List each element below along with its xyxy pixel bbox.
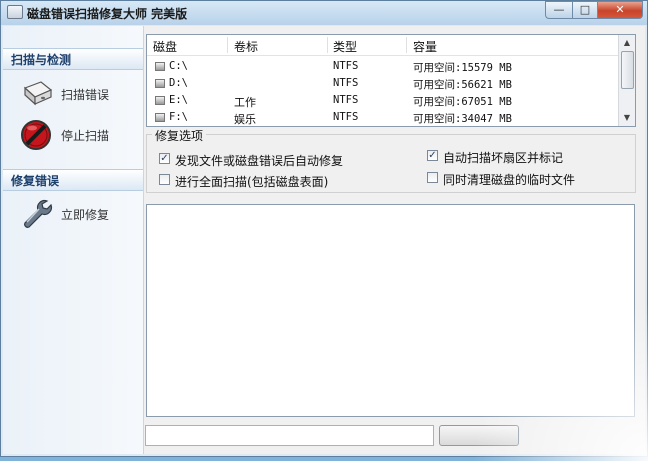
option-label: 发现文件或磁盘错误后自动修复 [175, 154, 344, 168]
option-label: 同时清理磁盘的临时文件 [443, 173, 576, 187]
sidebar: 扫描与检测 扫描错误 停止扫描 修复错误 立即修复 [3, 26, 144, 454]
drive-fs-type: NTFS [333, 94, 359, 106]
drive-icon [155, 113, 165, 122]
section-repair: 修复错误 [3, 169, 143, 191]
scan-errors-button[interactable]: 扫描错误 [19, 76, 139, 112]
repair-now-button[interactable]: 立即修复 [19, 196, 139, 232]
drive-fs-type: NTFS [333, 111, 359, 123]
checkbox[interactable]: ✓ [159, 153, 170, 164]
disk-drive-icon [23, 81, 53, 106]
checkbox[interactable] [159, 174, 170, 185]
drive-free-space: 可用空间:67051 MB [413, 96, 512, 108]
column-divider[interactable] [406, 37, 407, 53]
scroll-thumb[interactable] [621, 51, 634, 89]
scroll-down-arrow-icon[interactable]: ▼ [621, 112, 633, 124]
column-capacity[interactable]: 容量 [413, 38, 437, 55]
drive-volume-label: 工作 [234, 96, 256, 109]
repair-now-label: 立即修复 [61, 208, 110, 222]
drive-row[interactable]: E:\ 工作 NTFS 可用空间:67051 MB [147, 92, 619, 109]
drive-icon [155, 96, 165, 105]
drive-free-space: 可用空间:15579 MB [413, 62, 512, 74]
drive-fs-type: NTFS [333, 77, 359, 89]
scan-errors-label: 扫描错误 [61, 88, 110, 102]
checkbox[interactable]: ✓ [427, 150, 438, 161]
repair-options-title: 修复选项 [152, 127, 207, 144]
status-field [145, 425, 434, 446]
drive-letter: C:\ [169, 60, 188, 72]
stop-scan-label: 停止扫描 [61, 129, 110, 143]
drive-free-space: 可用空间:34047 MB [413, 113, 512, 125]
close-button[interactable]: ✕ [597, 1, 643, 19]
column-divider[interactable] [227, 37, 228, 53]
option-label: 进行全面扫描(包括磁盘表面) [175, 175, 329, 189]
minimize-button[interactable]: — [545, 1, 573, 19]
section-scan-detect: 扫描与检测 [3, 48, 143, 70]
stop-scan-button[interactable]: 停止扫描 [19, 117, 139, 153]
action-button[interactable] [439, 425, 519, 446]
checkbox[interactable] [427, 172, 438, 183]
drive-row[interactable]: F:\ 娱乐 NTFS 可用空间:34047 MB [147, 109, 619, 126]
drive-letter: F:\ [169, 111, 188, 123]
drive-list-header: 磁盘 卷标 类型 容量 [147, 35, 619, 56]
window-title: 磁盘错误扫描修复大师 完美版 [27, 7, 188, 21]
drive-icon [155, 79, 165, 88]
title-bar[interactable]: 磁盘错误扫描修复大师 完美版 — □ ✕ [1, 1, 647, 25]
drive-list[interactable]: 磁盘 卷标 类型 容量 C:\ NTFS 可用空间:15579 MB D:\ N… [146, 34, 636, 127]
scroll-up-arrow-icon[interactable]: ▲ [621, 37, 633, 49]
drive-list-scrollbar[interactable]: ▲ ▼ [618, 35, 635, 126]
column-label[interactable]: 卷标 [234, 38, 258, 55]
client-area: 扫描与检测 扫描错误 停止扫描 修复错误 立即修复 磁盘 卷标 类型 容量 C:… [3, 26, 645, 454]
app-icon [7, 5, 23, 19]
scan-log-area[interactable] [146, 204, 635, 417]
drive-free-space: 可用空间:56621 MB [413, 79, 512, 91]
drive-letter: E:\ [169, 94, 188, 106]
wrench-icon [24, 199, 53, 228]
stop-icon [21, 120, 51, 150]
drive-fs-type: NTFS [333, 60, 359, 72]
drive-icon [155, 62, 165, 71]
drive-letter: D:\ [169, 77, 188, 89]
column-type[interactable]: 类型 [333, 38, 357, 55]
drive-volume-label: 娱乐 [234, 113, 256, 126]
column-divider[interactable] [327, 37, 328, 53]
option-label: 自动扫描坏扇区并标记 [443, 151, 564, 165]
drive-row[interactable]: D:\ NTFS 可用空间:56621 MB [147, 75, 619, 92]
drive-row[interactable]: C:\ NTFS 可用空间:15579 MB [147, 58, 619, 75]
main-window: 磁盘错误扫描修复大师 完美版 — □ ✕ 扫描与检测 扫描错误 停止扫描 修复错… [0, 0, 648, 461]
column-disk[interactable]: 磁盘 [153, 38, 177, 55]
maximize-button[interactable]: □ [572, 1, 598, 19]
